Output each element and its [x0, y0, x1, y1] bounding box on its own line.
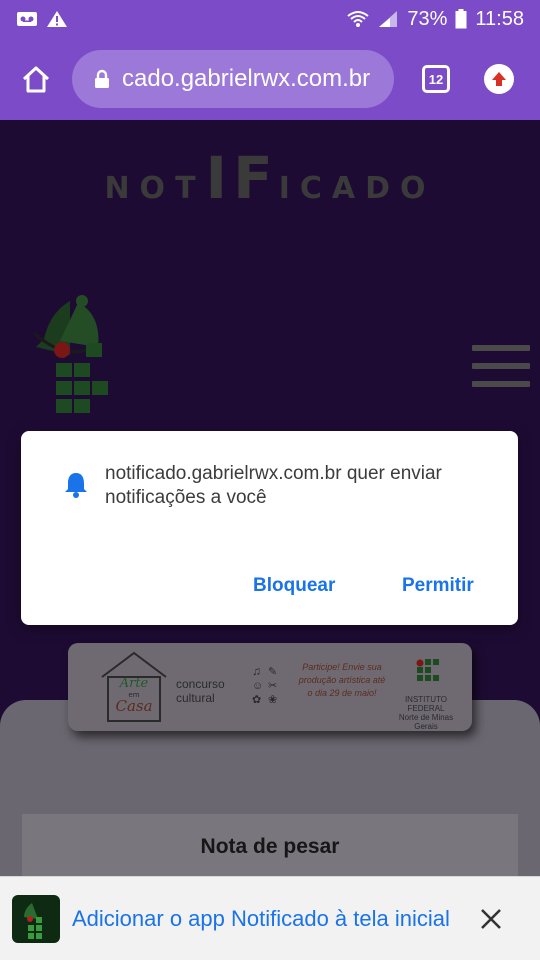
svg-text:❀: ❀ — [268, 694, 277, 706]
battery-percent: 73% — [407, 7, 448, 30]
update-button[interactable] — [484, 64, 514, 94]
news-card-title: Nota de pesar — [200, 835, 340, 858]
url-text: cado.gabrielrwx.com.br — [122, 65, 371, 92]
arte-em-casa-logo: Arte em Casa — [101, 651, 167, 722]
promo-banner[interactable]: Arte em Casa concurso cultural ♫ ✎ ☺ ✂ ✿ ❀ … — [68, 643, 472, 731]
battery-icon — [455, 9, 467, 29]
svg-text:✎: ✎ — [268, 666, 277, 678]
art-icons: ♫ ✎ ☺ ✂ ✿ ❀ — [252, 664, 277, 706]
clock: 11:58 — [475, 7, 524, 30]
home-icon — [22, 66, 50, 93]
block-button[interactable]: Bloquear — [253, 575, 335, 597]
lock-icon — [95, 69, 109, 88]
browser-toolbar: cado.gabrielrwx.com.br 12 — [0, 38, 540, 120]
voicemail-icon — [17, 12, 37, 26]
allow-button[interactable]: Permitir — [402, 575, 474, 597]
site-title: NOTIFICADO — [104, 144, 436, 212]
if-logo-icon — [416, 659, 439, 681]
notification-permission-dialog: notificado.gabrielrwx.com.br quer enviar… — [21, 431, 518, 625]
menu-line — [472, 381, 530, 387]
svg-text:Casa: Casa — [115, 697, 152, 715]
menu-button[interactable] — [472, 345, 530, 387]
menu-line — [472, 363, 530, 369]
svg-text:✿: ✿ — [252, 694, 261, 706]
home-button[interactable] — [14, 57, 58, 101]
bell-icon — [65, 473, 87, 498]
banner-label: concurso cultural — [176, 677, 225, 705]
institute-label: INSTITUTO FEDERAL Norte de Minas Gerais — [398, 695, 454, 731]
wifi-icon — [347, 11, 370, 27]
svg-text:Arte: Arte — [119, 676, 149, 691]
address-bar[interactable]: cado.gabrielrwx.com.br — [72, 50, 394, 108]
close-icon — [481, 908, 501, 929]
svg-text:☺: ☺ — [252, 680, 263, 692]
dialog-message: notificado.gabrielrwx.com.br quer enviar… — [105, 463, 442, 508]
tab-switcher-button[interactable]: 12 — [422, 65, 450, 93]
close-button[interactable] — [476, 904, 506, 934]
site-logo — [33, 295, 108, 413]
signal-icon — [379, 11, 398, 27]
menu-line — [472, 345, 530, 351]
arrow-up-icon — [492, 72, 506, 86]
add-to-home-banner[interactable]: Adicionar o app Notificado à tela inicia… — [0, 876, 540, 960]
status-bar: 73% 11:58 — [0, 0, 540, 38]
banner-promo: Participe! Envie sua produção artística … — [298, 662, 386, 698]
svg-text:♫: ♫ — [252, 664, 261, 678]
svg-text:✂: ✂ — [268, 680, 277, 692]
news-card[interactable]: Nota de pesar — [22, 814, 518, 880]
add-to-home-text[interactable]: Adicionar o app Notificado à tela inicia… — [72, 905, 462, 933]
app-icon — [12, 894, 60, 943]
warning-icon — [47, 11, 67, 27]
